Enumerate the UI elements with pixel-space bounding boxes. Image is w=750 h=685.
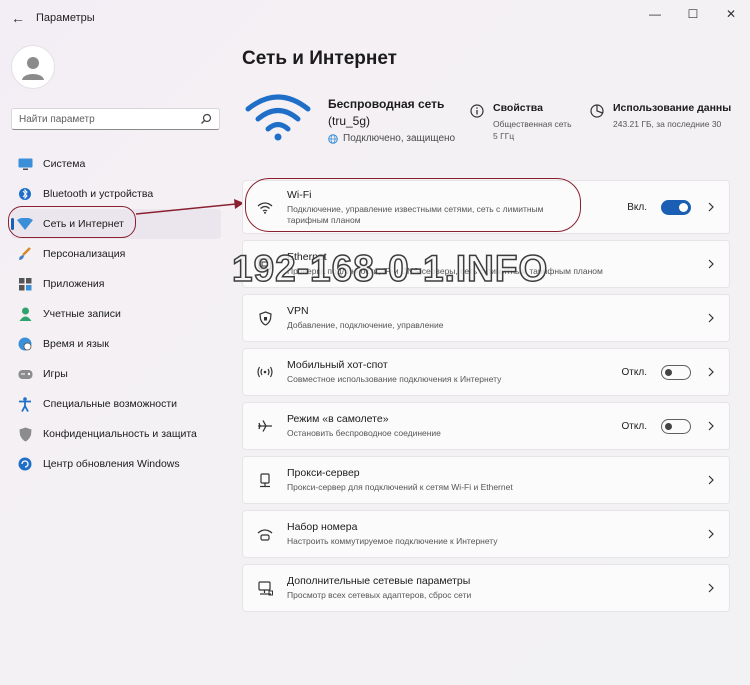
network-status: Подключено, защищено [328, 133, 455, 144]
chevron-right-icon [708, 259, 714, 269]
window-controls: — ☐ ✕ [636, 0, 750, 28]
user-avatar-icon [22, 57, 44, 80]
search-box[interactable] [11, 108, 220, 130]
chevron-right-icon [708, 475, 714, 485]
sidebar-item-label: Система [43, 158, 86, 170]
chevron-right-icon [708, 367, 714, 377]
dialup-icon [257, 526, 273, 542]
minimize-button[interactable]: — [636, 0, 674, 28]
card-title: Wi-Fi [287, 188, 312, 201]
app-title: Параметры [36, 12, 95, 24]
card-title: VPN [287, 305, 309, 317]
data-usage-icon [590, 104, 604, 118]
card-mobile-hotspot[interactable]: Мобильный хот-спот Совместное использова… [242, 348, 730, 396]
sidebar-item-apps[interactable]: Приложения [11, 269, 221, 299]
sidebar-item-gaming[interactable]: Игры [11, 359, 221, 389]
sidebar-item-personalization[interactable]: Персонализация [11, 239, 221, 269]
hotspot-toggle[interactable] [661, 364, 691, 380]
chevron-right-icon [708, 313, 714, 323]
sidebar-item-label: Приложения [43, 278, 105, 290]
data-usage-link[interactable]: Использование данны 243.21 ГБ, за послед… [590, 102, 731, 130]
sidebar-item-label: Игры [43, 368, 68, 380]
sidebar: Система Bluetooth и устройства Сеть и Ин… [0, 36, 230, 685]
maximize-button[interactable]: ☐ [674, 0, 712, 28]
sidebar-item-label: Центр обновления Windows [43, 458, 180, 470]
wifi-diamond-icon [17, 216, 33, 232]
sidebar-item-windows-update[interactable]: Центр обновления Windows [11, 449, 221, 479]
card-title: Режим «в самолете» [287, 413, 389, 425]
chevron-right-icon [708, 421, 714, 431]
globe-icon [328, 133, 338, 144]
search-input[interactable] [19, 113, 200, 125]
search-icon[interactable] [200, 113, 212, 125]
sidebar-item-label: Персонализация [43, 248, 126, 260]
sidebar-item-time-language[interactable]: Время и язык [11, 329, 221, 359]
chevron-right-icon [708, 202, 714, 212]
airplane-toggle[interactable] [661, 418, 691, 434]
toggle-state-label: Откл. [621, 420, 647, 432]
proxy-icon [257, 472, 273, 488]
chevron-right-icon [708, 583, 714, 593]
wifi-large-icon [245, 94, 311, 141]
sidebar-item-label: Специальные возможности [43, 398, 178, 410]
gamepad-icon [17, 366, 33, 382]
vpn-shield-icon [257, 310, 273, 326]
properties-link[interactable]: Свойства Общественная сеть 5 ГГц [470, 102, 572, 142]
card-description: Подключение, управление известными сетям… [287, 203, 544, 225]
annotation-arrow [136, 199, 244, 215]
card-title: Прокси-сервер [287, 467, 360, 479]
network-pc-icon [257, 580, 273, 596]
card-wifi[interactable]: Wi-Fi Подключение, управление известными… [242, 180, 730, 234]
card-description: Просмотр всех сетевых адаптеров, сброс с… [287, 590, 472, 600]
sidebar-item-system[interactable]: Система [11, 149, 221, 179]
accessibility-icon [17, 396, 33, 412]
sidebar-item-accessibility[interactable]: Специальные возможности [11, 389, 221, 419]
apps-icon [17, 276, 33, 292]
sidebar-item-label: Конфиденциальность и защита [43, 428, 197, 440]
sidebar-item-label: Учетные записи [43, 308, 121, 320]
chevron-right-icon [708, 529, 714, 539]
card-proxy[interactable]: Прокси-сервер Прокси-сервер для подключе… [242, 456, 730, 504]
person-icon [17, 306, 33, 322]
monitor-icon [17, 156, 33, 172]
wifi-toggle[interactable] [661, 199, 691, 215]
brush-icon [17, 246, 33, 262]
card-advanced-network[interactable]: Дополнительные сетевые параметры Просмот… [242, 564, 730, 612]
card-vpn[interactable]: VPN Добавление, подключение, управление [242, 294, 730, 342]
network-name: Беспроводная сеть (tru_5g) [328, 97, 445, 128]
sidebar-item-accounts[interactable]: Учетные записи [11, 299, 221, 329]
toggle-state-label: Вкл. [627, 201, 647, 213]
bluetooth-icon [17, 186, 33, 202]
wifi-icon [257, 199, 273, 215]
close-button[interactable]: ✕ [712, 0, 750, 28]
card-description: Добавление, подключение, управление [287, 320, 444, 330]
update-icon [17, 456, 33, 472]
card-dialup[interactable]: Набор номера Настроить коммутируемое под… [242, 510, 730, 558]
sidebar-item-privacy[interactable]: Конфиденциальность и защита [11, 419, 221, 449]
toggle-state-label: Откл. [621, 366, 647, 378]
card-description: Совместное использование подключения к И… [287, 374, 502, 384]
sidebar-item-label: Время и язык [43, 338, 109, 350]
settings-list: Wi-Fi Подключение, управление известными… [242, 180, 730, 618]
card-description: Остановить беспроводное соединение [287, 428, 441, 438]
card-title: Мобильный хот-спот [287, 359, 388, 371]
globe-clock-icon [17, 336, 33, 352]
card-airplane-mode[interactable]: Режим «в самолете» Остановить беспроводн… [242, 402, 730, 450]
hotspot-icon [257, 364, 273, 380]
airplane-icon [257, 418, 273, 434]
card-description: Прокси-сервер для подключений к сетям Wi… [287, 482, 513, 492]
avatar[interactable] [11, 45, 55, 89]
title-bar: ← Параметры — ☐ ✕ [0, 0, 750, 36]
back-button[interactable]: ← [6, 6, 30, 30]
info-icon [470, 104, 484, 118]
shield-icon [17, 426, 33, 442]
card-description: Настроить коммутируемое подключение к Ин… [287, 536, 498, 546]
page-title: Сеть и Интернет [242, 48, 397, 69]
card-title: Набор номера [287, 521, 358, 533]
watermark: 192-168-0-1.INFO [231, 247, 549, 290]
card-title: Дополнительные сетевые параметры [287, 575, 471, 587]
sidebar-item-label: Сеть и Интернет [43, 218, 124, 230]
back-arrow-icon: ← [11, 10, 25, 26]
